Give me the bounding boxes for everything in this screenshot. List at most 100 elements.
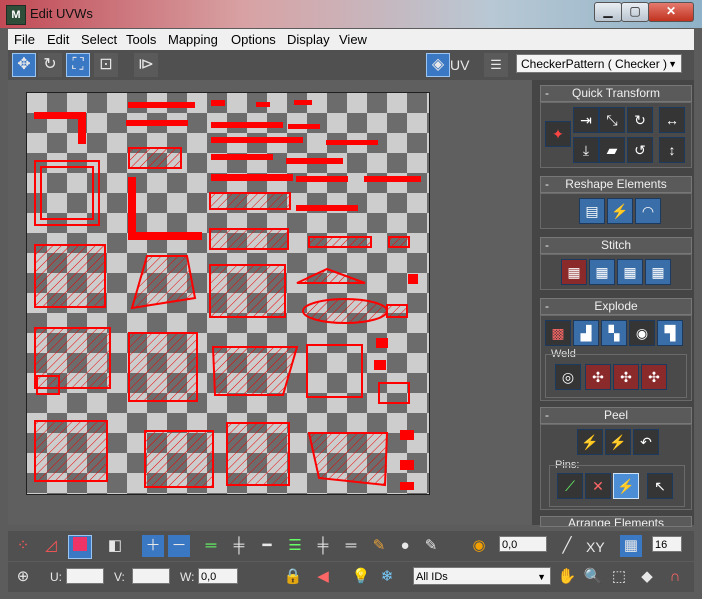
minimize-button[interactable]: ▁ <box>594 2 622 22</box>
uv-space-label[interactable]: UV <box>450 57 469 73</box>
rotate-plus-90-icon[interactable]: ↻ <box>627 107 653 133</box>
edge-mode-icon[interactable]: ◿ <box>40 535 62 557</box>
uv-checker-canvas[interactable] <box>26 92 430 495</box>
grow-selection-icon[interactable]: ＋ <box>142 535 164 557</box>
scale-tool-icon[interactable]: ⛶ <box>66 53 90 77</box>
u-coordinate-input[interactable] <box>66 568 104 584</box>
align-diagonal-icon[interactable]: ⤡ <box>599 107 625 133</box>
relax-dome-icon[interactable]: ◠ <box>635 198 661 224</box>
align-horizontal-icon[interactable]: ⇥ <box>573 107 599 133</box>
quick-peel-icon[interactable]: ⚡ <box>577 429 603 455</box>
loop-icon[interactable]: ☰ <box>284 535 306 557</box>
weld-selected-icon[interactable]: ✣ <box>585 364 611 390</box>
collapse-icon: - <box>545 177 549 191</box>
freeze-icon[interactable]: ❄ <box>376 566 398 588</box>
flatten-normals-icon[interactable]: ◉ <box>629 320 655 346</box>
rotate-minus-90-icon[interactable]: ↺ <box>627 137 653 163</box>
pin-icon[interactable]: ⟋ <box>557 473 583 499</box>
ring-shrink-icon[interactable]: ━ <box>256 535 278 557</box>
weld-target-icon[interactable]: ✣ <box>613 364 639 390</box>
pivot-icon[interactable]: ✦ <box>545 121 571 147</box>
flatten-icon[interactable]: ▚ <box>601 320 627 346</box>
filter-faces-icon[interactable]: ◀ <box>312 566 334 588</box>
paint-grow-icon[interactable]: ● <box>394 535 416 557</box>
options-list-icon[interactable]: ☰ <box>484 53 508 77</box>
loop-grow-icon[interactable]: ╪ <box>312 535 334 557</box>
menu-view[interactable]: View <box>339 32 367 47</box>
auto-pin-icon[interactable]: ⚡ <box>613 473 639 499</box>
rollout-arrange[interactable]: Arrange Elements <box>540 516 692 527</box>
ring-icon[interactable]: ═ <box>200 535 222 557</box>
flatten-material-icon[interactable]: ▜ <box>657 320 683 346</box>
select-pins-icon[interactable]: ↖ <box>647 473 673 499</box>
close-button[interactable]: ✕ <box>648 2 694 22</box>
menu-display[interactable]: Display <box>287 32 330 47</box>
falloff-spinner[interactable]: 0,0 <box>499 536 547 552</box>
peel-mode-icon[interactable]: ⚡ <box>605 429 631 455</box>
checker-map-icon[interactable]: ◈ <box>426 53 450 77</box>
select-element-icon[interactable]: ◧ <box>104 535 126 557</box>
collapse-icon: - <box>545 86 549 100</box>
rotate-tool-icon[interactable]: ↻ <box>38 53 62 77</box>
soft-select-icon[interactable]: ◉ <box>468 535 490 557</box>
texture-select[interactable]: CheckerPattern ( Checker ) ▼ <box>516 54 682 73</box>
rollout-quick-transform[interactable]: - Quick Transform <box>540 85 692 102</box>
space-vertical-icon[interactable]: ↕ <box>659 137 685 163</box>
pan-icon[interactable]: ✋ <box>556 566 578 588</box>
loop-shrink-icon[interactable]: ═ <box>340 535 362 557</box>
menu-select[interactable]: Select <box>81 32 117 47</box>
maximize-button[interactable]: ▢ <box>621 2 649 22</box>
relax-icon[interactable]: ⚡ <box>607 198 633 224</box>
menu-edit[interactable]: Edit <box>47 32 69 47</box>
rollout-stitch[interactable]: - Stitch <box>540 237 692 254</box>
paint-select-icon[interactable]: ✎ <box>368 535 390 557</box>
mirror-tool-icon[interactable]: ⧐ <box>134 53 158 77</box>
hide-icon[interactable]: 💡 <box>350 566 372 588</box>
chevron-down-icon: ▼ <box>537 572 546 582</box>
ring-grow-icon[interactable]: ╪ <box>228 535 250 557</box>
zoom-extents-icon[interactable]: ◆ <box>636 566 658 588</box>
rollout-peel[interactable]: - Peel <box>540 407 692 424</box>
vertex-mode-icon[interactable]: ⁘ <box>12 535 34 557</box>
rollout-explode[interactable]: - Explode <box>540 298 692 315</box>
stitch-target-icon[interactable]: ▦ <box>561 259 587 285</box>
falloff-type-icon[interactable]: ╱ <box>556 535 578 557</box>
v-coordinate-input[interactable] <box>132 568 170 584</box>
reset-peel-icon[interactable]: ↶ <box>633 429 659 455</box>
menu-file[interactable]: File <box>14 32 35 47</box>
edge-distance-icon[interactable]: ▦ <box>620 535 642 557</box>
app-icon[interactable]: M <box>6 5 26 25</box>
menu-options[interactable]: Options <box>231 32 276 47</box>
stitch-source-icon[interactable]: ▦ <box>589 259 615 285</box>
detach-icon[interactable]: ▟ <box>573 320 599 346</box>
id-filter-select[interactable]: All IDs ▼ <box>413 567 551 585</box>
zoom-region-icon[interactable]: ⬚ <box>608 566 630 588</box>
weld-all-icon[interactable]: ✣ <box>641 364 667 390</box>
absolute-offset-icon[interactable]: ⊕ <box>12 566 34 588</box>
uv-shell <box>34 112 86 119</box>
zoom-icon[interactable]: 🔍 <box>582 566 604 588</box>
stitch-custom-icon[interactable]: ▦ <box>645 259 671 285</box>
edge-distance-spinner[interactable]: 16 <box>652 536 682 552</box>
face-mode-icon[interactable] <box>68 535 92 559</box>
freeform-tool-icon[interactable]: ⊡ <box>94 53 118 77</box>
w-coordinate-input[interactable]: 0,0 <box>198 568 238 584</box>
falloff-space-xy[interactable]: XY <box>586 539 605 555</box>
menu-mapping[interactable]: Mapping <box>168 32 218 47</box>
lock-selection-icon[interactable]: 🔒 <box>282 566 304 588</box>
rollout-title: Peel <box>603 408 629 422</box>
paint-shrink-icon[interactable]: ✎ <box>420 535 442 557</box>
weld-threshold-icon[interactable]: ◎ <box>555 364 581 390</box>
straighten-icon[interactable]: ▰ <box>599 137 625 163</box>
unpin-icon[interactable]: ✕ <box>585 473 611 499</box>
menu-tools[interactable]: Tools <box>126 32 156 47</box>
stitch-average-icon[interactable]: ▦ <box>617 259 643 285</box>
move-tool-icon[interactable]: ✥ <box>12 53 36 77</box>
straighten-selection-icon[interactable]: ▤ <box>579 198 605 224</box>
snap-icon[interactable]: ∩ <box>664 566 686 588</box>
break-icon[interactable]: ▩ <box>545 320 571 346</box>
shrink-selection-icon[interactable]: － <box>168 535 190 557</box>
align-vertical-icon[interactable]: ⤓ <box>573 137 599 163</box>
space-horizontal-icon[interactable]: ↔ <box>659 107 685 133</box>
rollout-reshape[interactable]: - Reshape Elements <box>540 176 692 193</box>
